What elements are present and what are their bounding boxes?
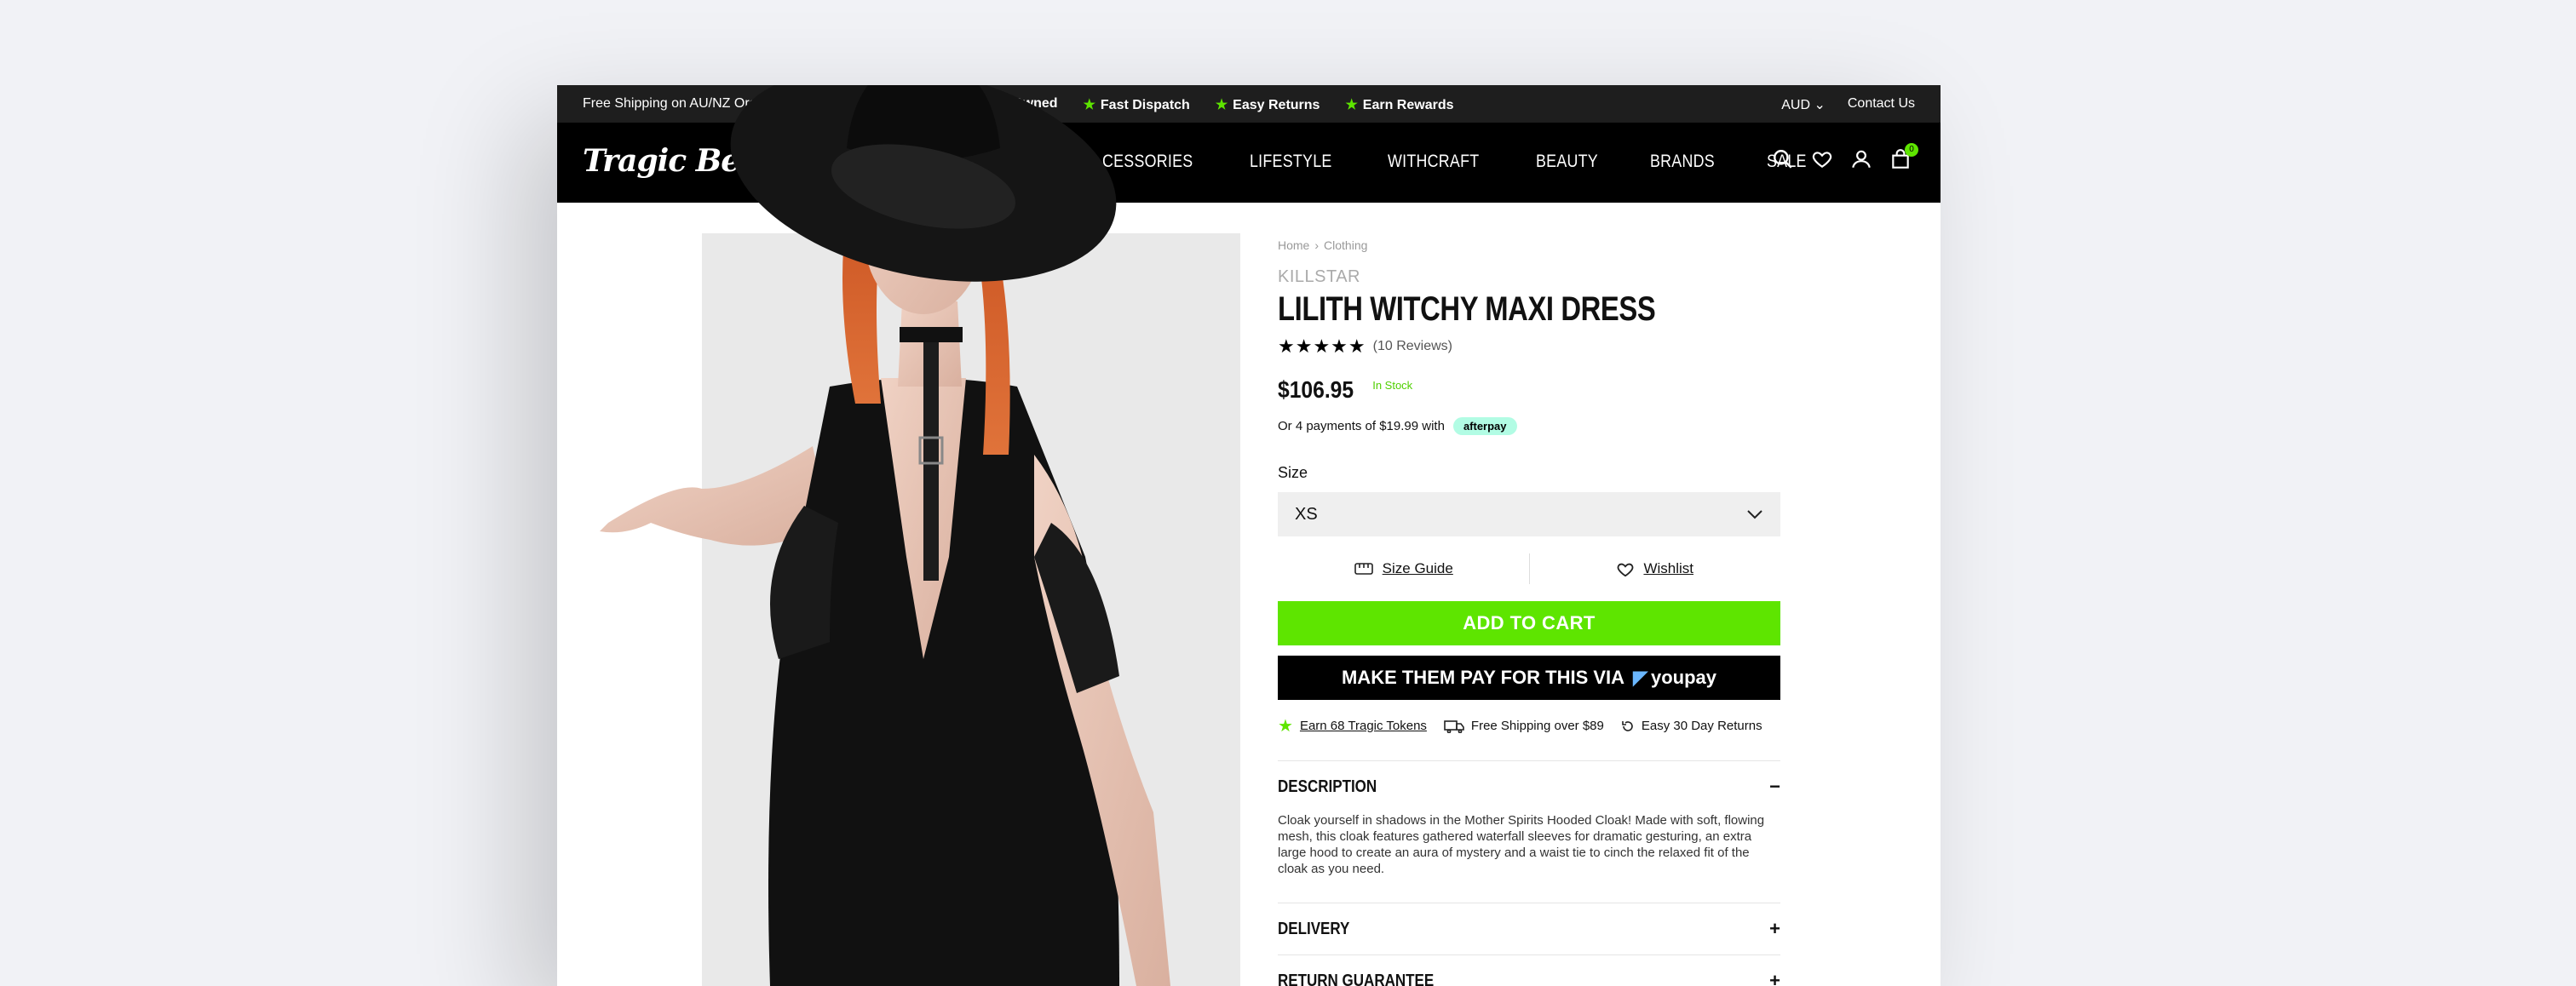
product-info: Home › Clothing KILLSTAR LILITH WITCHY MAX… (1278, 238, 1780, 986)
description-title: DESCRIPTION (1278, 777, 1377, 796)
star-rating: ★★★★★ (1278, 335, 1366, 357)
contact-link[interactable]: Contact Us (1848, 96, 1915, 113)
star-icon: ★ (1278, 717, 1293, 736)
size-select-value: XS (1295, 504, 1318, 524)
stock-status: In Stock (1372, 379, 1413, 392)
rating-row: ★★★★★ (10 Reviews) (1278, 335, 1780, 358)
delivery-accordion: DELIVERY + (1278, 903, 1780, 954)
youpay-button[interactable]: MAKE THEM PAY FOR THIS VIA ◤ youpay (1278, 656, 1780, 700)
afterpay-logo[interactable]: afterpay (1452, 417, 1517, 435)
size-label: Size (1278, 464, 1308, 481)
chevron-down-icon (1747, 510, 1762, 519)
delivery-title: DELIVERY (1278, 919, 1350, 938)
returns-perk: Easy 30 Day Returns (1621, 719, 1762, 733)
nav-item-brands[interactable]: BRANDS (1650, 152, 1715, 172)
return-arrow-icon (1622, 720, 1633, 731)
return-accordion: RETURN GUARANTEE + (1278, 954, 1780, 986)
breadcrumb-clothing[interactable]: Clothing (1324, 238, 1367, 252)
description-toggle[interactable]: DESCRIPTION − (1278, 761, 1780, 812)
youpay-logo: ◤ youpay (1633, 667, 1717, 688)
breadcrumb: Home › Clothing (1278, 238, 1780, 252)
product-title: LILITH WITCHY MAXI DRESS (1278, 290, 1656, 328)
star-icon: ★ (1215, 98, 1228, 112)
size-guide-button[interactable]: Size Guide (1278, 560, 1529, 577)
youpay-label: MAKE THEM PAY FOR THIS VIA (1341, 667, 1625, 688)
description-accordion: DESCRIPTION − Cloak yourself in shadows … (1278, 760, 1780, 903)
wishlist-label: Wishlist (1643, 560, 1694, 576)
currency-selector[interactable]: AUD (1781, 96, 1826, 113)
delivery-toggle[interactable]: DELIVERY + (1278, 903, 1780, 954)
nav-menu: CESSORIES LIFESTYLE WITHCRAFT BEAUTY BRA… (1102, 152, 1814, 172)
breadcrumb-home[interactable]: Home (1278, 238, 1309, 252)
nav-item-beauty[interactable]: BEAUTY (1536, 152, 1598, 172)
size-guide-label: Size Guide (1382, 560, 1453, 576)
nav-item-lifestyle[interactable]: LIFESTYLE (1250, 152, 1332, 172)
size-select[interactable]: XS (1278, 492, 1780, 536)
perks-row: ★ Earn 68 Tragic Tokens Free Shipping ove… (1278, 715, 1780, 737)
return-toggle[interactable]: RETURN GUARANTEE + (1278, 955, 1780, 986)
heart-icon (1618, 563, 1634, 577)
truck-icon (1444, 719, 1464, 733)
return-title: RETURN GUARANTEE (1278, 971, 1435, 986)
ruler-icon (1354, 563, 1373, 575)
perk-earn-rewards: ★ Earn Rewards (1345, 98, 1454, 112)
plus-icon: + (1769, 918, 1780, 939)
afterpay-row: Or 4 payments of $19.99 with afterpay (1278, 417, 1780, 435)
star-icon: ★ (1345, 98, 1358, 112)
cart-count-badge: 0 (1905, 143, 1918, 157)
reviews-link[interactable]: (10 Reviews) (1373, 339, 1452, 354)
user-icon[interactable] (1850, 148, 1872, 170)
breadcrumb-separator: › (1314, 238, 1320, 252)
description-text: Cloak yourself in shadows in the Mother … (1278, 813, 1765, 876)
product-model-photo (600, 85, 1170, 986)
minus-icon: − (1769, 776, 1780, 797)
browser-page: Free Shipping on AU/NZ Orders $89+ n Own… (557, 85, 1941, 986)
cart-button[interactable]: 0 (1889, 143, 1918, 170)
plus-icon: + (1769, 970, 1780, 986)
product-brand[interactable]: KILLSTAR (1278, 267, 1780, 287)
wishlist-button[interactable]: Wishlist (1530, 560, 1781, 577)
youpay-mark-icon: ◤ (1633, 667, 1647, 688)
perk-easy-returns: ★ Easy Returns (1215, 98, 1320, 112)
nav-item-witchcraft[interactable]: WITHCRAFT (1388, 152, 1479, 172)
add-to-cart-button[interactable]: ADD TO CART (1278, 601, 1780, 645)
product-price: $106.95 (1278, 376, 1354, 403)
tokens-perk[interactable]: ★ Earn 68 Tragic Tokens (1278, 715, 1427, 737)
search-icon[interactable] (1772, 148, 1794, 170)
shipping-perk: Free Shipping over $89 (1444, 719, 1604, 733)
afterpay-text: Or 4 payments of $19.99 with (1278, 419, 1445, 433)
heart-icon[interactable] (1811, 148, 1833, 170)
